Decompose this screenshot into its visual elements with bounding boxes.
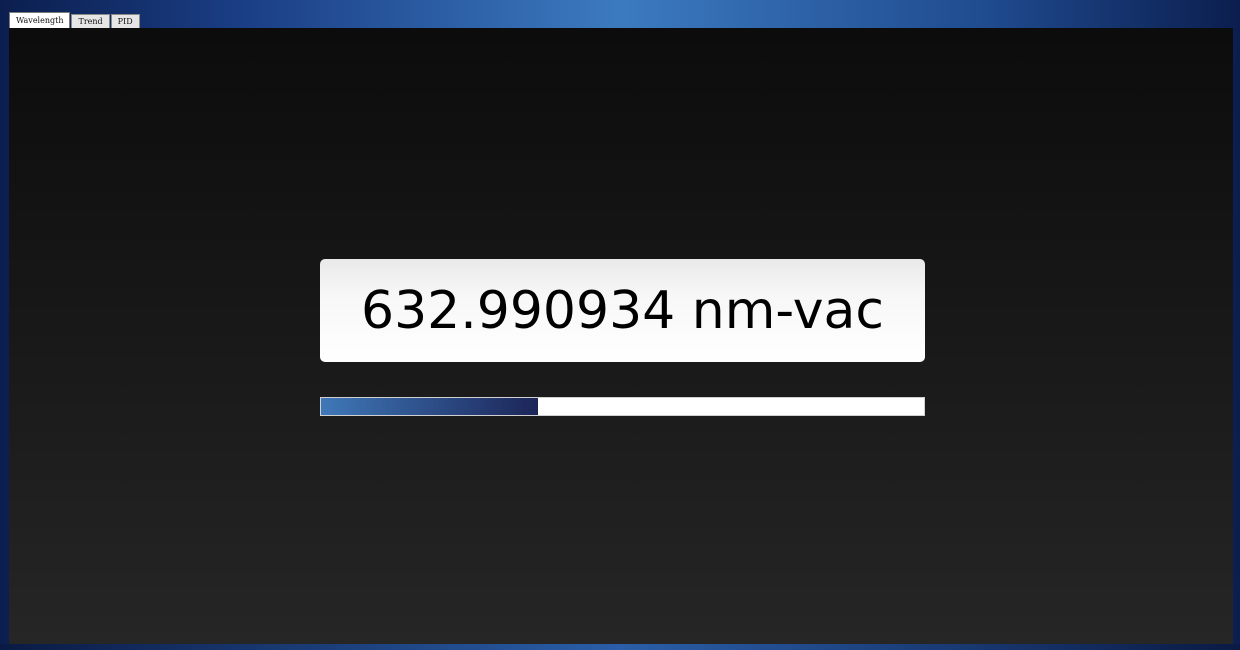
- signal-progress-bar: [320, 397, 925, 416]
- wavelength-panel: 632.990934 nm-vac: [9, 28, 1233, 646]
- wavelength-readout: 632.990934 nm-vac: [320, 259, 925, 362]
- tab-pid[interactable]: PID: [110, 14, 140, 28]
- wavelength-value: 632.990934 nm-vac: [360, 280, 885, 341]
- progress-fill: [321, 398, 539, 415]
- tab-wavelength[interactable]: Wavelength: [9, 12, 71, 28]
- tab-bar: Wavelength Trend PID: [9, 12, 141, 28]
- application-window: Wavelength Trend PID 632.990934 nm-vac: [0, 0, 1240, 650]
- tab-trend[interactable]: Trend: [71, 14, 110, 28]
